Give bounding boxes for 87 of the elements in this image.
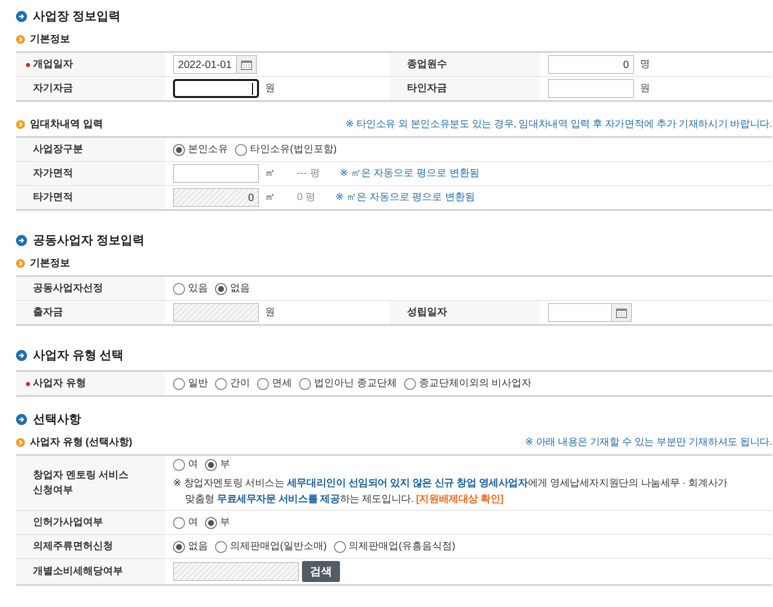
guide-note: ※ 타인소유 외 본인소유분도 있는 경우, 임대차내역 입력 후 자가면적에 추가 기재하시기 바랍니다.	[346, 118, 772, 132]
radio-label[interactable]: 여	[188, 458, 198, 472]
arrow-circle-icon	[16, 234, 27, 246]
field-label: 사업장구분	[33, 143, 83, 157]
radio-label[interactable]: 여	[188, 516, 198, 530]
radio-label[interactable]: 종교단체이외의 비사업자	[418, 376, 532, 390]
area-reading: 0 평	[297, 190, 316, 204]
required-dot-icon	[26, 62, 30, 66]
field-label: 타가면적	[33, 191, 73, 205]
unit-label: 원	[640, 82, 650, 96]
radio-label[interactable]: 간이	[230, 376, 250, 390]
hint-text: ※ ㎡은 자동으로 평으로 변환됨	[340, 166, 480, 180]
subsection-title: 임대차내역 입력	[30, 118, 103, 132]
radio-button[interactable]	[173, 144, 185, 156]
field-label: 사업자 유형	[33, 377, 86, 391]
chevron-circle-icon	[16, 259, 25, 268]
section-title: 선택사항	[33, 411, 81, 428]
field-label: 자기자금	[33, 82, 73, 96]
field-label: 자가면적	[33, 167, 73, 181]
radio-button[interactable]	[299, 378, 311, 390]
radio-label[interactable]: 타인소유(법인포함)	[250, 142, 337, 156]
radio-label[interactable]: 의제판매업(일반소매)	[230, 540, 327, 554]
field-label: 성립일자	[407, 306, 447, 320]
text-input[interactable]	[173, 79, 259, 98]
radio-button[interactable]	[173, 378, 185, 390]
section-title: 공동사업자 정보입력	[33, 232, 144, 249]
radio-label[interactable]: 있음	[188, 282, 208, 296]
radio-label[interactable]: 없음	[188, 540, 208, 554]
date-input[interactable]	[548, 303, 612, 322]
radio-button[interactable]	[205, 516, 217, 528]
radio-button[interactable]	[173, 282, 185, 294]
field-label: 공동사업자선정	[33, 282, 103, 296]
radio-button[interactable]	[205, 459, 217, 471]
guide-note: ※ 아래 내용은 기재할 수 있는 부분만 기재하셔도 됩니다.	[525, 436, 772, 450]
radio-button[interactable]	[215, 282, 227, 294]
calendar-icon	[241, 60, 252, 70]
radio-label[interactable]: 본인소유	[188, 142, 228, 156]
subsection-title: 기본정보	[30, 257, 70, 271]
radio-button[interactable]	[235, 144, 247, 156]
radio-button[interactable]	[173, 540, 185, 552]
chevron-circle-icon	[16, 35, 25, 44]
radio-label[interactable]: 면세	[272, 376, 292, 390]
calendar-button[interactable]	[612, 303, 632, 322]
radio-button[interactable]	[173, 516, 185, 528]
field-label: 창업자 멘토링 서비스 신청여부	[33, 469, 130, 498]
unit-label: ㎡	[265, 190, 275, 204]
field-label: 타인자금	[407, 82, 447, 96]
field-label: 출자금	[33, 306, 63, 320]
unit-label: 원	[265, 306, 275, 320]
required-dot-icon	[26, 382, 30, 386]
field-label: 인허가사업여부	[33, 516, 103, 530]
calendar-icon	[616, 308, 627, 318]
text-input[interactable]: 0	[548, 55, 634, 74]
unit-label: 원	[265, 82, 275, 96]
arrow-circle-icon	[16, 10, 27, 22]
radio-button[interactable]	[215, 540, 227, 552]
section-title: 사업자 유형 선택	[33, 347, 124, 364]
radio-label[interactable]: 부	[220, 458, 230, 472]
field-label: 의제주류면허신청	[33, 540, 113, 554]
area-reading: --- 평	[297, 166, 320, 180]
unit-label: 명	[640, 58, 650, 72]
field-label: 개업일자	[33, 58, 73, 72]
radio-label[interactable]: 의제판매업(유흥음식점)	[348, 540, 456, 554]
subsection-title: 기본정보	[30, 33, 70, 47]
radio-label[interactable]: 법인아닌 종교단체	[314, 376, 397, 390]
chevron-circle-icon	[16, 120, 25, 129]
radio-button[interactable]	[173, 459, 185, 471]
section-title: 사업장 정보입력	[33, 8, 120, 25]
text-cursor-icon	[252, 82, 253, 94]
radio-label[interactable]: 부	[220, 516, 230, 530]
radio-button[interactable]	[215, 378, 227, 390]
field-label: 종업원수	[407, 58, 447, 72]
date-input[interactable]: 2022-01-01	[173, 55, 237, 74]
radio-button[interactable]	[257, 378, 269, 390]
hint-text: ※ ㎡은 자동으로 평으로 변환됨	[335, 190, 475, 204]
radio-label[interactable]: 없음	[230, 282, 250, 296]
subsection-title: 사업자 유형 (선택사항)	[30, 436, 132, 450]
arrow-circle-icon	[16, 350, 27, 360]
radio-button[interactable]	[334, 540, 346, 552]
calendar-button[interactable]	[237, 55, 257, 74]
field-label: 개별소비세해당여부	[33, 565, 123, 579]
mentoring-notice: ※ 창업자멘토링 서비스는 세무대리인이 선임되어 있지 않은 신규 창업 영세사업자에게 영세납세자지원단의 나눔세무 · 회계사가 맞춤형 무료세무자문 서비스를 제공하는 제도입니다. [지원배제대상 확인]	[173, 477, 728, 507]
radio-label[interactable]: 일반	[188, 376, 208, 390]
chevron-circle-icon	[16, 438, 25, 447]
arrow-circle-icon	[16, 414, 27, 424]
unit-label: ㎡	[265, 166, 275, 180]
radio-button[interactable]	[404, 378, 416, 390]
